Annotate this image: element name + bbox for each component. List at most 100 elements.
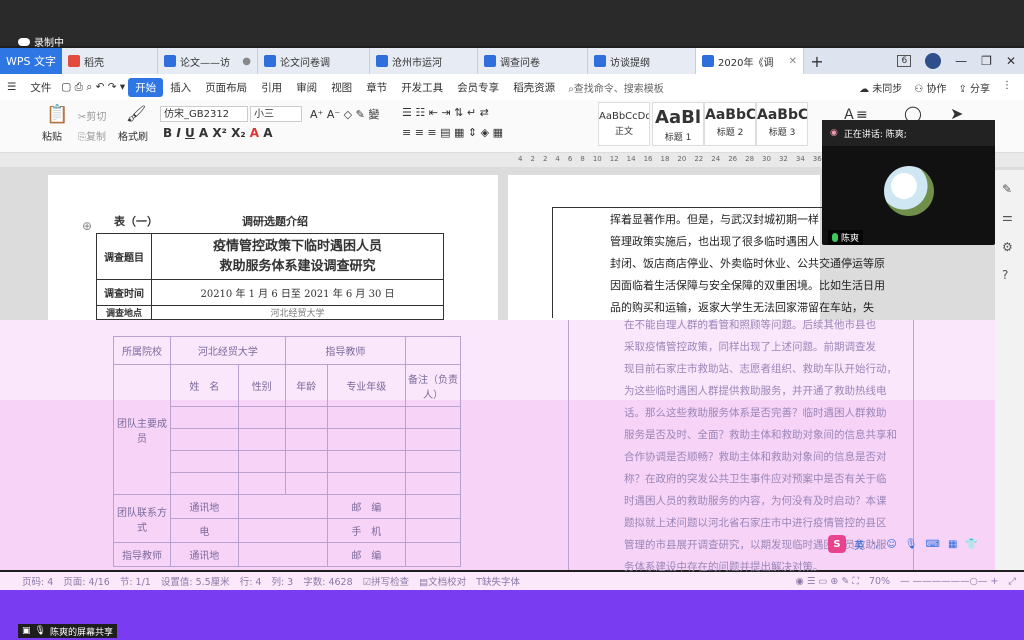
text-format-buttons[interactable]: B I U A X² X₂ A A: [163, 126, 273, 140]
menu-member[interactable]: 会员专享: [450, 80, 506, 95]
menu-resources[interactable]: 稻壳资源: [506, 80, 562, 95]
settings-icon[interactable]: ⚙: [1002, 240, 1016, 254]
wps-home-tab[interactable]: WPS 文字: [0, 48, 62, 74]
table-cell-value[interactable]: [405, 336, 461, 365]
tab-doc-5[interactable]: 访谈提纲: [588, 48, 696, 74]
copy-button[interactable]: ⎘复制: [78, 128, 106, 143]
video-call-panel[interactable]: ◉ 正在讲话: 陈爽; 陈爽: [822, 120, 995, 245]
ime-language[interactable]: 英: [854, 537, 864, 552]
quick-access-icons[interactable]: ▢ ⎙ ⌕ ↶ ↷ ▾: [58, 81, 128, 94]
table-cell-label[interactable]: 调查地点: [96, 305, 152, 320]
menu-references[interactable]: 引用: [254, 80, 289, 95]
table-cell-value[interactable]: 河北经贸大学: [151, 305, 444, 320]
zoom-level[interactable]: 70%: [869, 576, 890, 587]
help-icon[interactable]: ?: [1002, 268, 1016, 282]
spell-check-button[interactable]: ☑拼写检查: [363, 574, 410, 588]
sogou-ime-icon[interactable]: S: [828, 535, 846, 553]
menu-section[interactable]: 章节: [359, 80, 394, 95]
menu-file[interactable]: 文件: [23, 80, 58, 95]
hamburger-icon[interactable]: ☰: [0, 81, 23, 93]
cut-button[interactable]: ✂剪切: [78, 108, 106, 123]
close-icon[interactable]: ●: [242, 56, 251, 67]
table-cell-label[interactable]: 手 机: [326, 518, 407, 543]
page-indicator[interactable]: 6: [897, 55, 912, 67]
style-heading-2[interactable]: AaBbC 标题 2: [704, 102, 756, 146]
table-cell-label[interactable]: 所属院校: [113, 336, 171, 365]
menu-review[interactable]: 审阅: [289, 80, 324, 95]
tab-doc-4[interactable]: 调查问卷: [478, 48, 588, 74]
body-text[interactable]: 挥着显著作用。但是，与武汉封城初期一样 管理政策实施后，也出现了很多临时遇困人 封闭…: [610, 209, 885, 319]
list-buttons[interactable]: ☰ ☷ ⇤ ⇥ ⇅ ↵ ⇄: [402, 106, 489, 119]
status-word-count[interactable]: 字数: 4628: [303, 574, 352, 588]
tab-doc-2[interactable]: 论文问卷调: [258, 48, 370, 74]
close-icon[interactable]: ✕: [789, 56, 797, 67]
adjust-icon[interactable]: ⚌: [1002, 210, 1016, 224]
table-cell-value[interactable]: 疫情管控政策下临时遇困人员 救助服务体系建设调查研究: [151, 233, 444, 280]
table-cell-label[interactable]: 团队主要成员: [113, 364, 171, 495]
table-cell-label[interactable]: 团队联系方式: [113, 494, 171, 543]
tab-doc-active[interactable]: 2020年《调 ✕: [696, 48, 804, 74]
collaborate-button[interactable]: ⚇ 协作: [914, 80, 946, 95]
punctuation-icon[interactable]: ·,: [872, 539, 878, 550]
table-cell-label[interactable]: 邮 编: [326, 542, 407, 567]
paste-icon[interactable]: 📋: [46, 104, 68, 125]
format-painter-icon[interactable]: 🖌: [126, 104, 146, 123]
skin-icon[interactable]: 👕: [965, 539, 977, 550]
table-cell-value[interactable]: 河北经贸大学: [170, 336, 286, 365]
table-cell-label[interactable]: 电: [170, 518, 239, 543]
style-heading-1[interactable]: AaBl 标题 1: [652, 102, 704, 146]
keyboard-icon[interactable]: ⌨: [926, 539, 940, 550]
new-tab-button[interactable]: +: [804, 48, 830, 74]
font-tools[interactable]: A⁺ A⁻ ◇ ✎ 變: [310, 106, 379, 122]
overlay-page-right: 在不能自理人群的看管和照顾等问题。后续其他市县也 采取疫情管控政策，同样出现了上述…: [568, 319, 914, 573]
user-avatar[interactable]: [925, 53, 942, 69]
table-cell-label[interactable]: 指导教师: [113, 542, 171, 567]
emoji-icon[interactable]: ☺: [886, 539, 896, 550]
mic-icon[interactable]: 🎙: [905, 539, 918, 550]
tab-label: 沧州市运河: [392, 57, 442, 69]
menu-layout[interactable]: 页面布局: [198, 80, 254, 95]
minimize-icon[interactable]: —: [955, 54, 967, 68]
format-painter-button[interactable]: 格式刷: [118, 128, 148, 143]
close-window-icon[interactable]: ✕: [1006, 54, 1016, 68]
ime-toolbar[interactable]: S 英 ·, ☺ 🎙 ⌨ ▦ 👕: [828, 534, 978, 554]
font-size-select[interactable]: 小三: [250, 106, 302, 122]
paste-button[interactable]: 粘贴: [42, 128, 62, 143]
restore-icon[interactable]: ❐: [981, 54, 992, 68]
table-cell-label[interactable]: 指导教师: [284, 336, 407, 365]
menu-insert[interactable]: 插入: [163, 80, 198, 95]
missing-font-button[interactable]: T缺失字体: [476, 574, 520, 588]
table-cell-label[interactable]: 邮 编: [326, 494, 407, 519]
view-mode-icons[interactable]: ◉ ☰ ▭ ⊕ ✎ ⛶: [796, 576, 859, 587]
table-row: 调查题目 疫情管控政策下临时遇困人员 救助服务体系建设调查研究: [96, 233, 444, 280]
more-icon[interactable]: ⋮: [1002, 80, 1012, 95]
survey-table[interactable]: 调查题目 疫情管控政策下临时遇困人员 救助服务体系建设调查研究 调查时间 202…: [96, 233, 444, 320]
share-button[interactable]: ⇪ 分享: [958, 80, 990, 95]
font-name-select[interactable]: 仿宋_GB2312: [160, 106, 248, 122]
table-cell-label[interactable]: 调查时间: [96, 279, 152, 306]
zoom-slider[interactable]: — ——————○— +: [900, 576, 998, 587]
unsynced-button[interactable]: ☁ 未同步: [859, 80, 902, 95]
tab-doc-1[interactable]: 论文——访 ●: [158, 48, 258, 74]
pen-icon[interactable]: ✎: [1002, 182, 1016, 196]
table-cell-label[interactable]: 通讯地: [170, 542, 239, 567]
participant-avatar[interactable]: [884, 166, 934, 216]
style-normal[interactable]: AaBbCcDd 正文: [598, 102, 650, 146]
table-cell-label[interactable]: 调查题目: [96, 233, 152, 280]
menu-developer[interactable]: 开发工具: [394, 80, 450, 95]
menu-home[interactable]: 开始: [128, 77, 164, 97]
table-move-handle-icon[interactable]: ⊕: [82, 219, 92, 233]
fullscreen-icon[interactable]: ⤢: [1008, 576, 1024, 587]
grid-icon[interactable]: ▦: [948, 539, 957, 550]
table-cell-label[interactable]: 通讯地: [170, 494, 239, 519]
tab-label: 论文问卷调: [280, 57, 330, 69]
style-heading-3[interactable]: AaBbC 标题 3: [756, 102, 808, 146]
tab-daoke[interactable]: 稻壳: [62, 48, 158, 74]
command-search[interactable]: ⌕查找命令、搜索模板: [568, 80, 664, 95]
align-buttons[interactable]: ≡ ≡ ≡ ▤ ▦ ⇕ ◈ ▦: [402, 126, 503, 139]
menu-view[interactable]: 视图: [324, 80, 359, 95]
tab-doc-3[interactable]: 沧州市运河: [370, 48, 478, 74]
table-cell-value[interactable]: 20210 年 1 月 6 日至 2021 年 6 月 30 日: [151, 279, 444, 306]
team-table[interactable]: 所属院校 河北经贸大学 指导教师 团队主要成员 姓 名 性别 年龄 专业年级 备…: [113, 336, 461, 567]
proofread-button[interactable]: ▤文档校对: [419, 574, 466, 588]
